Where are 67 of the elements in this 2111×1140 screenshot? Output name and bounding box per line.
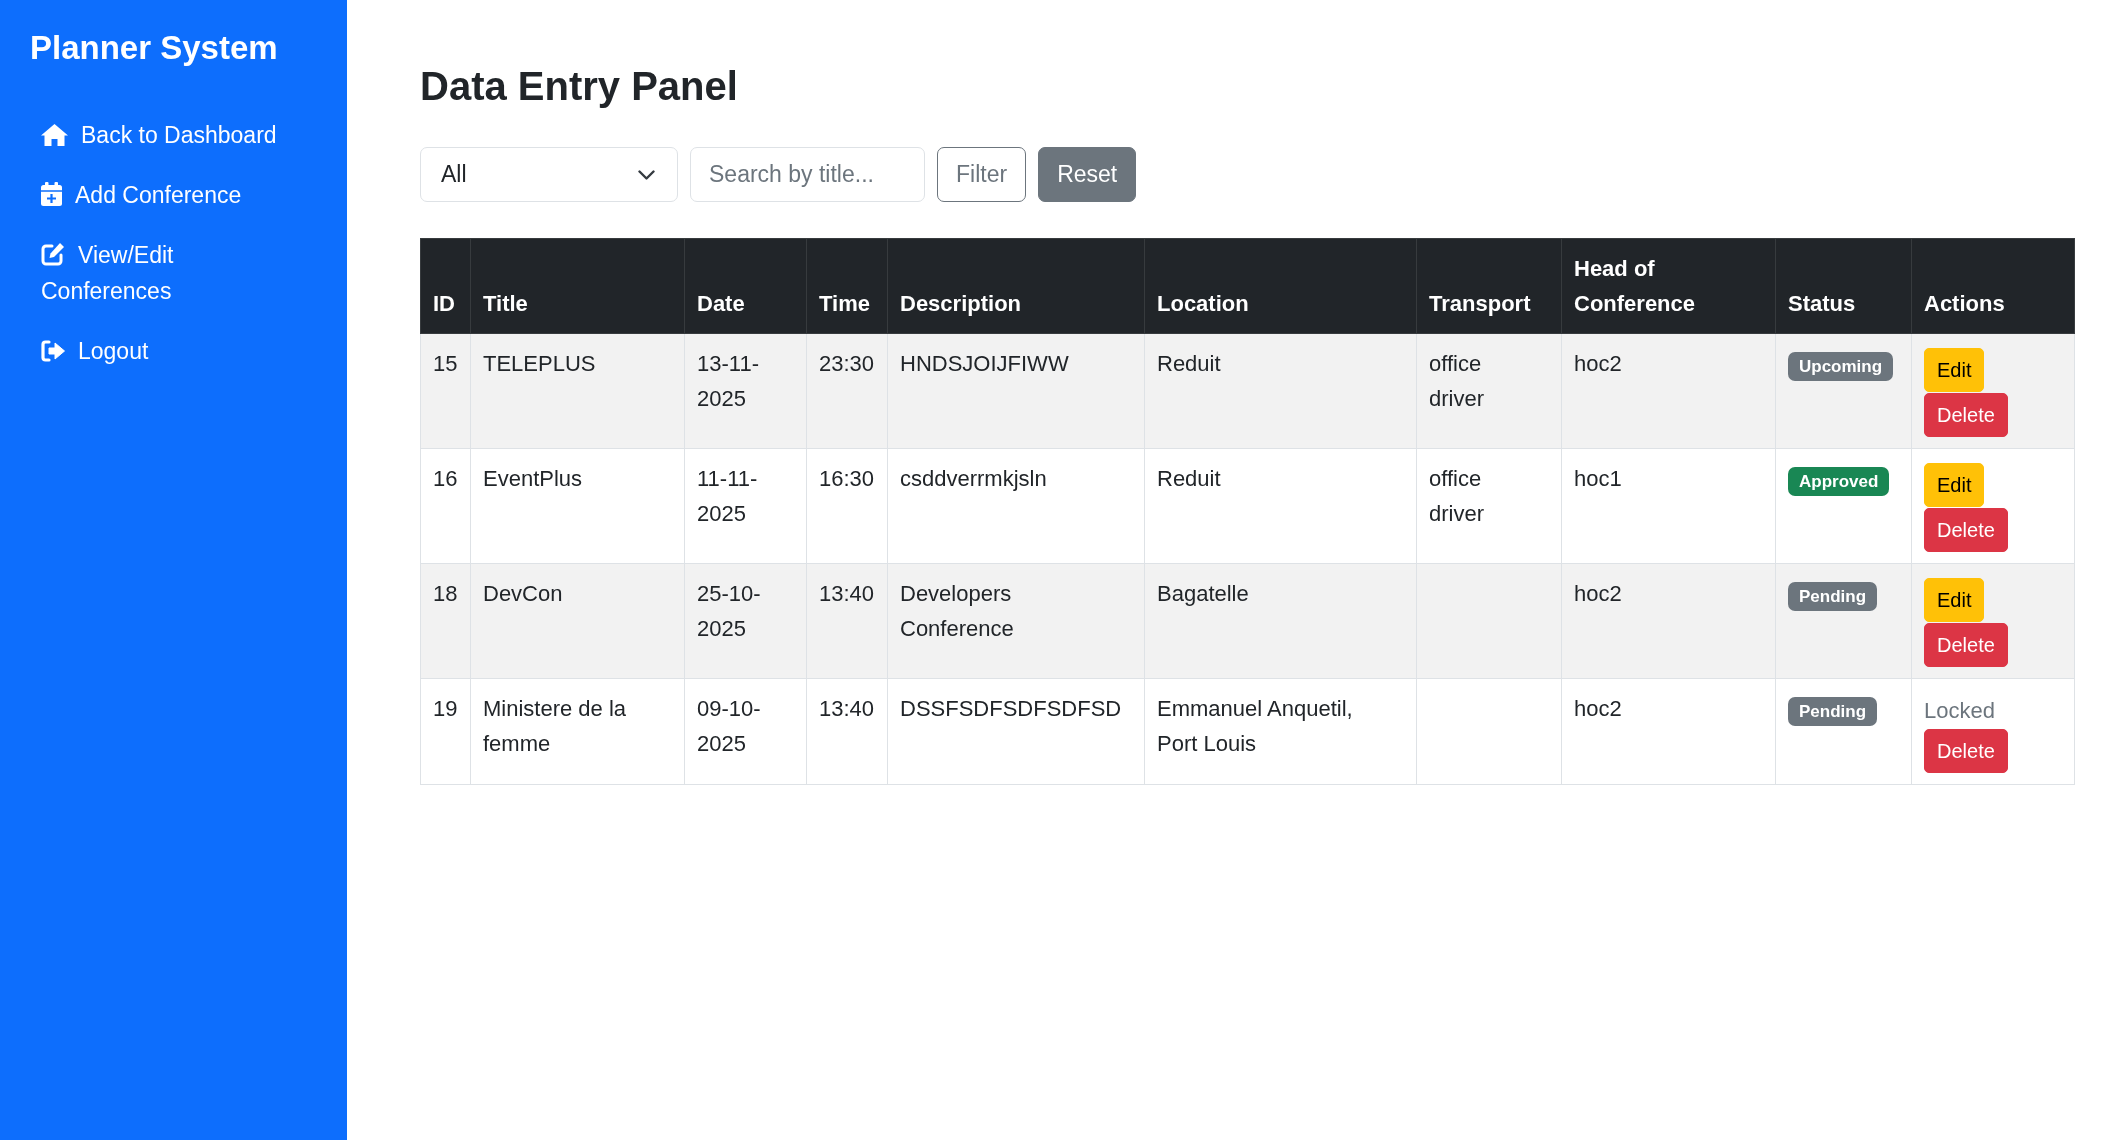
table-cell: 11-11-2025 [684,448,807,564]
edit-button[interactable]: Edit [1924,348,1985,392]
status-badge: Approved [1788,467,1890,496]
column-header: Time [806,238,888,334]
table-cell: Reduit [1144,333,1417,449]
table-cell: 13:40 [806,563,888,679]
column-header: Description [887,238,1145,334]
table-cell: 16:30 [806,448,888,564]
table-cell: Bagatelle [1144,563,1417,679]
status-badge: Pending [1788,582,1878,611]
search-field[interactable]: Search by title... [690,147,925,202]
column-header: ID [420,238,471,334]
page-title: Data Entry Panel [420,63,739,110]
column-header: Head of Conference [1561,238,1776,334]
nav-link[interactable]: View/Edit Conferences [30,225,302,321]
table-cell: 18 [420,563,471,679]
table-cell: 23:30 [806,333,888,449]
table-cell: hoc2 [1561,563,1776,679]
status-select[interactable]: All [420,147,678,202]
table-cell: 13:40 [806,678,888,785]
status-badge: Upcoming [1788,352,1894,381]
table-cell: Ministere de la femme [470,678,685,785]
edit-button[interactable]: Edit [1924,463,1985,507]
nav-link[interactable]: Back to Dashboard [30,105,302,165]
table-cell: Developers Conference [887,563,1145,679]
calendar-plus-icon [41,182,62,206]
table-cell: Reduit [1144,448,1417,564]
delete-button[interactable]: Delete [1924,729,2008,773]
table-cell: hoc2 [1561,678,1776,785]
table-cell: EventPlus [470,448,685,564]
home-icon [41,124,68,146]
table-cell: 16 [420,448,471,564]
table-cell: hoc2 [1561,333,1776,449]
table-cell: hoc1 [1561,448,1776,564]
table-cell: office driver [1416,448,1562,564]
delete-button[interactable]: Delete [1924,623,2008,667]
nav-link[interactable]: Add Conference [30,165,302,225]
column-header: Date [684,238,807,334]
table-cell: 09-10-2025 [684,678,807,785]
table-cell: TELEPLUS [470,333,685,449]
column-header: Actions [1911,238,2075,334]
column-header: Title [470,238,685,334]
table-cell: DevCon [470,563,685,679]
nav-link[interactable]: Logout [30,321,302,381]
logout-icon [41,340,65,362]
delete-button[interactable]: Delete [1924,393,2008,437]
column-header: Status [1775,238,1912,334]
table-cell: csddverrmkjsln [887,448,1145,564]
table-cell: 13-11-2025 [684,333,807,449]
table-cell: HNDSJOIJFIWW [887,333,1145,449]
chevron-down-icon [638,169,655,180]
table-cell: 19 [420,678,471,785]
delete-button[interactable]: Delete [1924,508,2008,552]
table-cell: DSSFSDFSDFSDFSD [887,678,1145,785]
table-cell: office driver [1416,333,1562,449]
reset-button[interactable]: Reset [1038,147,1137,202]
status-badge: Pending [1788,697,1878,726]
edit-icon [41,242,65,266]
table-cell: 15 [420,333,471,449]
table-cell: Emmanuel Anquetil, Port Louis [1144,678,1417,785]
app-title: Planner System [30,28,279,68]
locked-label: Locked [1924,697,1995,725]
edit-button[interactable]: Edit [1924,578,1985,622]
table-cell: 25-10-2025 [684,563,807,679]
column-header: Transport [1416,238,1562,334]
column-header: Location [1144,238,1417,334]
filter-button[interactable]: Filter [937,147,1027,202]
